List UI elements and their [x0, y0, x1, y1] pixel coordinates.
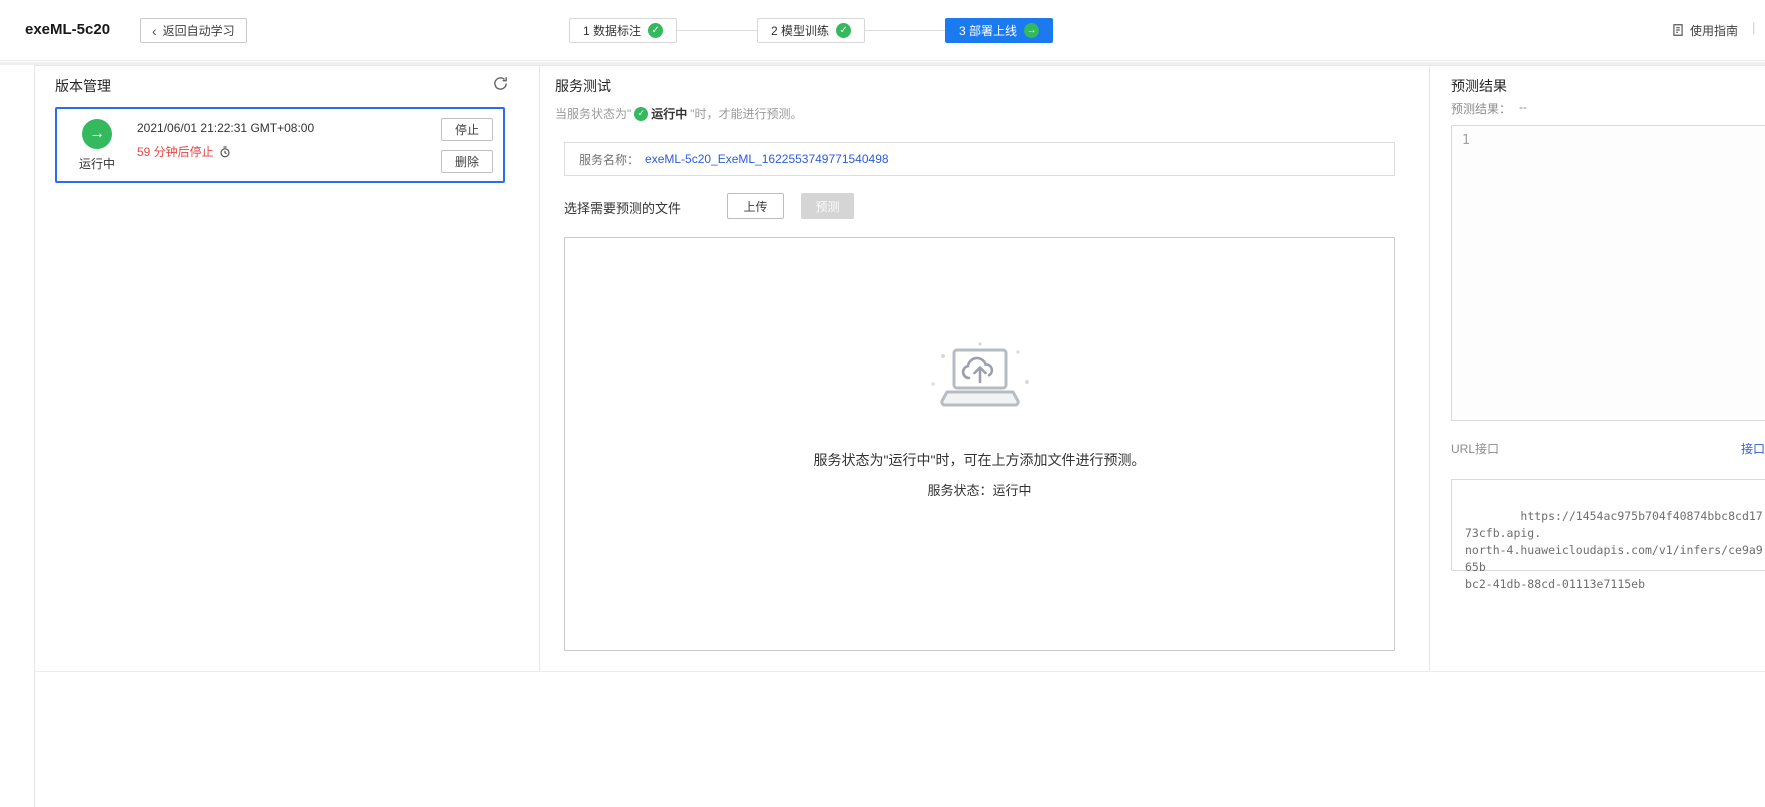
back-button[interactable]: ‹ 返回自动学习 — [140, 18, 247, 43]
step-deploy[interactable]: 3 部署上线 → — [945, 18, 1054, 43]
step-indicator: 1 数据标注 ✓ 2 模型训练 ✓ 3 部署上线 → — [569, 18, 1054, 43]
page-title: exeML-5c20 — [25, 21, 111, 38]
hint-suffix: "时，才能进行预测。 — [690, 107, 803, 121]
running-status-icon: → — [82, 119, 112, 149]
check-icon: ✓ — [634, 106, 649, 121]
result-panel: 预测结果 预测结果： -- 1 URL接口 接口调用 https://1454a… — [1430, 66, 1765, 671]
auto-stop-row: 59 分钟后停止 — [137, 143, 437, 160]
service-test-panel: 服务测试 当服务状态为" ✓ 运行中 "时，才能进行预测。 服务名称： exeM… — [540, 66, 1429, 671]
prediction-drop-area: 服务状态为"运行中"时，可在上方添加文件进行预测。 服务状态：运行中 — [564, 237, 1395, 651]
result-panel-title: 预测结果 — [1451, 78, 1507, 94]
result-value: -- — [1519, 100, 1528, 114]
refresh-icon[interactable] — [490, 75, 510, 95]
predict-button[interactable]: 预测 — [801, 193, 854, 219]
version-status: → 运行中 — [57, 109, 137, 181]
guide-link-label: 使用指南 — [1690, 23, 1739, 38]
hint-status: 运行中 — [651, 107, 688, 121]
result-editor[interactable]: 1 — [1451, 125, 1765, 421]
step-model-training[interactable]: 2 模型训练 ✓ — [757, 18, 866, 43]
service-name-row: 服务名称： exeML-5c20_ExeML_16225537497715404… — [564, 142, 1395, 176]
card-bottom-border — [35, 671, 1765, 672]
version-panel: 版本管理 → 运行中 2021/06/01 21:22:31 GMT+08:00… — [35, 66, 539, 671]
check-icon: ✓ — [836, 23, 852, 38]
service-status-text: 服务状态：运行中 — [927, 483, 1032, 498]
header: exeML-5c20 ‹ 返回自动学习 1 数据标注 ✓ 2 模型训练 ✓ 3 … — [0, 0, 1765, 61]
check-icon: ✓ — [648, 23, 664, 38]
service-panel-title: 服务测试 — [555, 78, 611, 94]
refresh-arrow-icon — [493, 77, 507, 90]
editor-line-number: 1 — [1462, 133, 1470, 148]
header-separator: | — [1752, 20, 1756, 35]
service-name-link[interactable]: exeML-5c20_ExeML_1622553749771540498 — [645, 152, 889, 166]
page: exeML-5c20 ‹ 返回自动学习 1 数据标注 ✓ 2 模型训练 ✓ 3 … — [0, 0, 1765, 807]
version-info: 2021/06/01 21:22:31 GMT+08:00 59 分钟后停止 — [137, 109, 437, 181]
delete-button[interactable]: 删除 — [441, 150, 493, 173]
service-url-box[interactable]: https://1454ac975b704f40874bbc8cd1773cfb… — [1451, 479, 1765, 591]
chevron-left-icon: ‹ — [152, 22, 157, 39]
service-status-hint: 当服务状态为" ✓ 运行中 "时，才能进行预测。 — [555, 105, 803, 122]
url-label: URL接口 — [1451, 442, 1500, 456]
arrow-right-icon: → — [1024, 23, 1040, 38]
version-panel-title: 版本管理 — [55, 78, 111, 94]
service-name-label: 服务名称： — [579, 152, 640, 167]
auto-stop-countdown: 59 分钟后停止 — [137, 145, 214, 159]
drop-area-hint: 服务状态为"运行中"时，可在上方添加文件进行预测。 — [813, 452, 1146, 468]
api-guide-link[interactable]: 接口调用 — [1741, 440, 1765, 457]
step-connector — [865, 30, 946, 31]
service-url-text: https://1454ac975b704f40874bbc8cd1773cfb… — [1465, 509, 1763, 591]
content-card: 版本管理 → 运行中 2021/06/01 21:22:31 GMT+08:00… — [34, 65, 1765, 807]
upload-laptop-icon — [930, 342, 1029, 407]
auto-stop-timer-icon[interactable] — [219, 145, 231, 158]
version-actions: 停止 删除 — [437, 109, 503, 181]
stop-button[interactable]: 停止 — [441, 118, 493, 141]
step-label: 2 模型训练 — [771, 24, 830, 38]
back-button-label: 返回自动学习 — [162, 24, 235, 38]
upload-button[interactable]: 上传 — [727, 193, 784, 219]
version-card[interactable]: → 运行中 2021/06/01 21:22:31 GMT+08:00 59 分… — [55, 107, 505, 183]
guide-link[interactable]: 使用指南 — [1671, 21, 1738, 39]
version-timestamp: 2021/06/01 21:22:31 GMT+08:00 — [137, 121, 315, 135]
result-summary: 预测结果： -- — [1451, 100, 1527, 117]
step-connector — [677, 30, 758, 31]
result-label: 预测结果： — [1451, 102, 1512, 116]
running-status-label: 运行中 — [78, 157, 115, 171]
file-select-label: 选择需要预测的文件 — [564, 201, 682, 216]
guide-doc-icon — [1673, 24, 1683, 36]
step-label: 3 部署上线 — [959, 24, 1018, 38]
step-data-labeling[interactable]: 1 数据标注 ✓ — [569, 18, 678, 43]
hint-prefix: 当服务状态为" — [555, 107, 632, 121]
step-label: 1 数据标注 — [583, 24, 642, 38]
